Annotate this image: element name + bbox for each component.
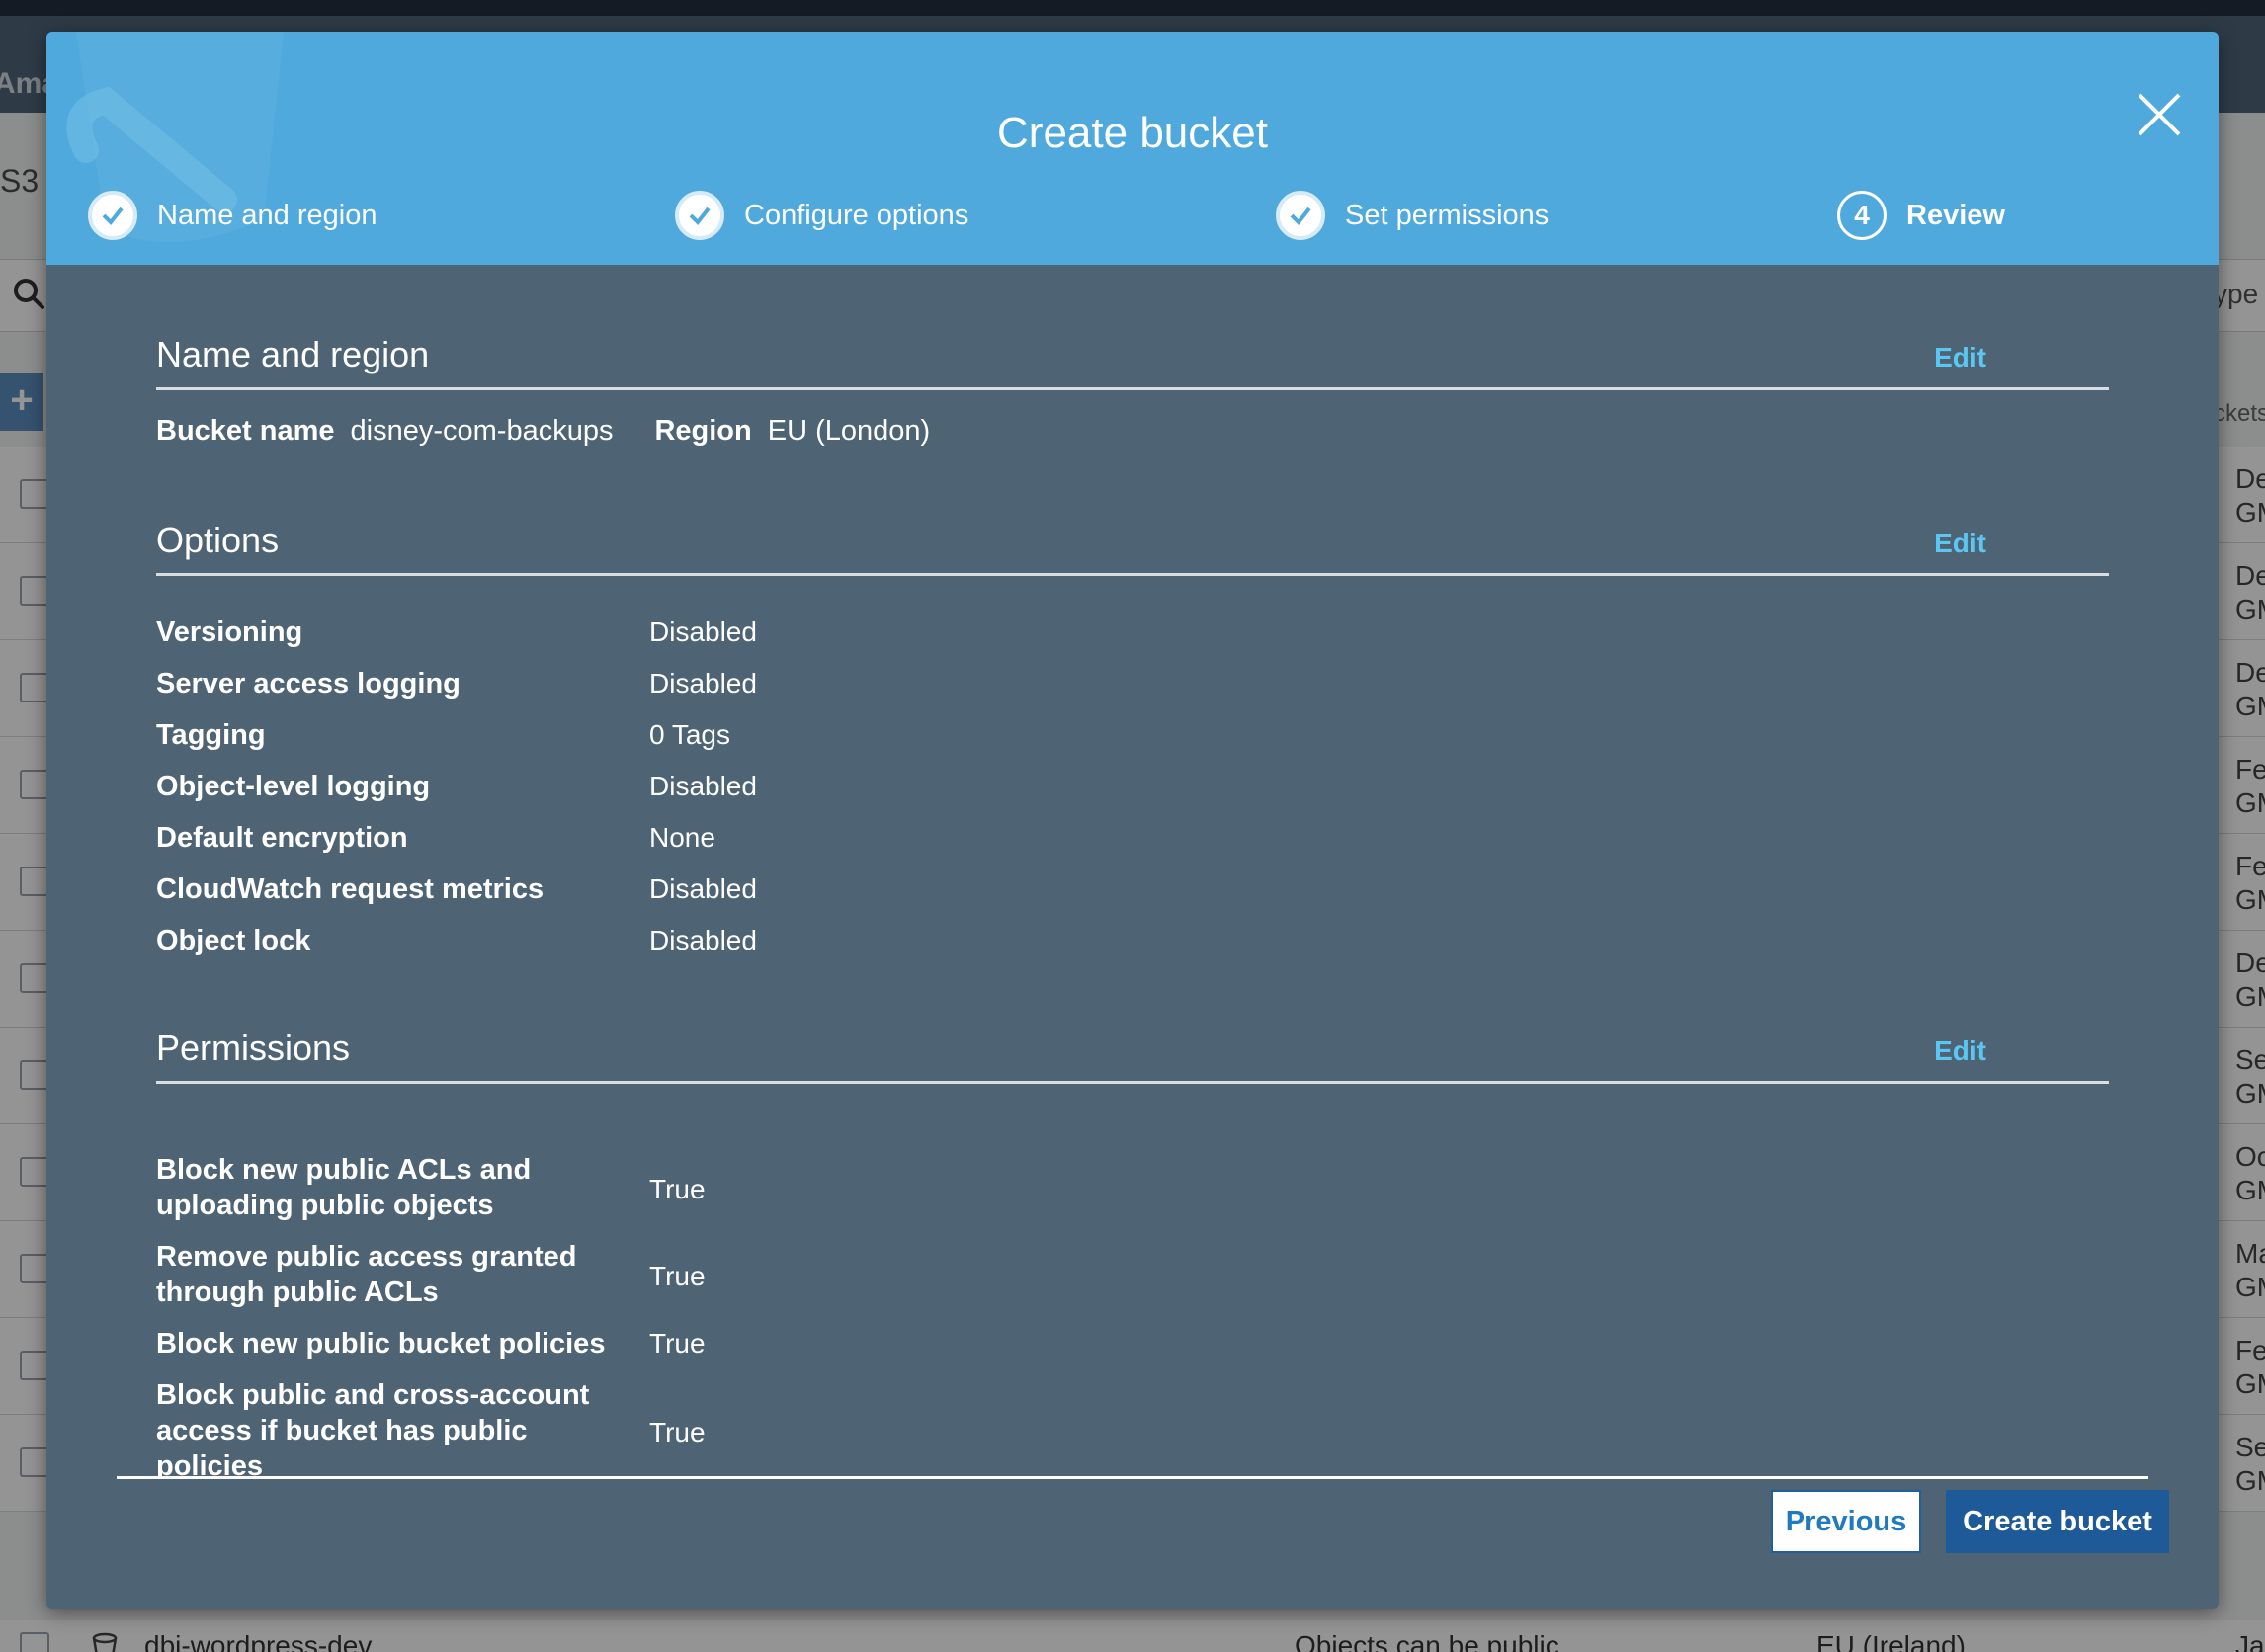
permission-label: Block new public ACLs and uploading publ… (156, 1154, 532, 1221)
create-bucket-button[interactable]: Create bucket (1946, 1490, 2169, 1553)
step-label: Set permissions (1345, 199, 1550, 231)
step-review[interactable]: 4 Review (1837, 186, 2005, 245)
check-icon (675, 191, 724, 240)
option-value: Disabled (649, 771, 757, 801)
step-configure-options[interactable]: Configure options (675, 186, 968, 245)
create-bucket-dialog: Create bucket Name and region Configure … (46, 32, 2219, 1609)
option-value: Disabled (649, 668, 757, 699)
option-label: Default encryption (156, 822, 408, 854)
dialog-title: Create bucket (997, 109, 1268, 157)
step-label: Review (1906, 199, 2005, 231)
close-icon[interactable] (2134, 89, 2185, 140)
edit-options-link[interactable]: Edit (1934, 528, 1986, 559)
previous-button[interactable]: Previous (1771, 1490, 1921, 1553)
region-value: EU (London) (767, 415, 931, 447)
step-number-badge: 4 (1837, 191, 1887, 240)
option-value: Disabled (649, 873, 757, 904)
section-title: Options (156, 520, 280, 560)
check-icon (88, 191, 137, 240)
edit-name-region-link[interactable]: Edit (1934, 342, 1986, 373)
permissions-section-header: Permissions Edit (156, 1022, 2109, 1084)
section-title: Name and region (156, 334, 430, 374)
permission-label: Block new public bucket policies (156, 1328, 606, 1360)
dialog-header: Create bucket Name and region Configure … (46, 32, 2219, 265)
step-name-and-region[interactable]: Name and region (88, 186, 377, 245)
check-icon (1276, 191, 1325, 240)
edit-permissions-link[interactable]: Edit (1934, 1035, 1986, 1067)
footer-divider (117, 1476, 2148, 1479)
region-label: Region (654, 415, 752, 447)
name-region-section-header: Name and region Edit (156, 328, 2109, 390)
option-label: CloudWatch request metrics (156, 873, 545, 905)
option-label: Tagging (156, 719, 266, 751)
step-label: Configure options (744, 199, 969, 231)
step-set-permissions[interactable]: Set permissions (1276, 186, 1549, 245)
bucket-name-value: disney-com-backups (350, 415, 614, 447)
option-label: Server access logging (156, 668, 461, 700)
option-label: Object-level logging (156, 771, 431, 802)
option-value: Disabled (649, 617, 757, 647)
option-value: 0 Tags (649, 719, 730, 750)
step-label: Name and region (157, 199, 378, 231)
option-label: Object lock (156, 925, 311, 956)
permissions-scroll-area[interactable]: Block new public ACLs and uploading publ… (46, 1118, 2219, 1478)
option-label: Versioning (156, 617, 303, 648)
permission-value: True (649, 1174, 706, 1204)
option-value: None (649, 822, 715, 853)
options-section-header: Options Edit (156, 514, 2109, 576)
name-region-summary: Bucket name disney-com-backups Region EU (L… (156, 415, 971, 448)
section-title: Permissions (156, 1028, 351, 1068)
permission-value: True (649, 1328, 706, 1359)
permission-value: True (649, 1261, 706, 1291)
permission-label: Remove public access granted through pub… (156, 1241, 577, 1308)
permission-value: True (649, 1417, 706, 1447)
permission-label: Block public and cross-account access if… (156, 1379, 590, 1478)
bucket-name-label: Bucket name (156, 415, 335, 447)
option-value: Disabled (649, 925, 757, 955)
